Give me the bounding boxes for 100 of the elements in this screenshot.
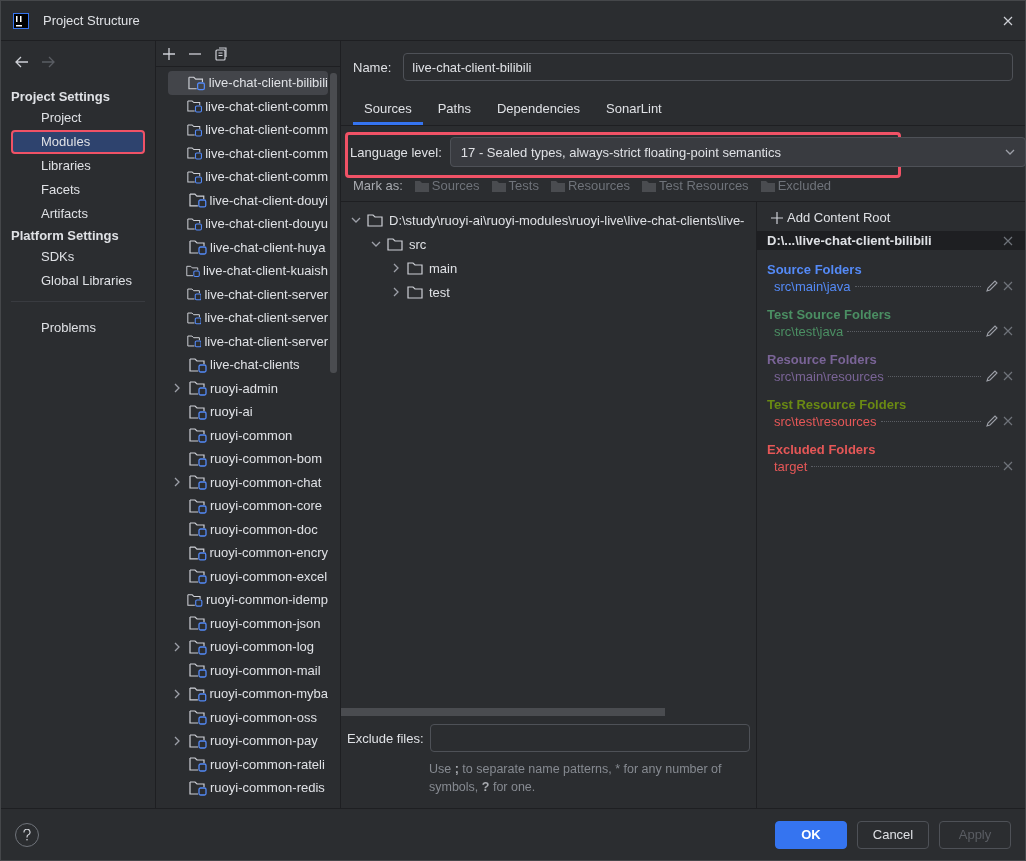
sidebar-item[interactable]: Global Libraries: [11, 269, 145, 293]
edit-icon[interactable]: [985, 279, 999, 293]
tree-item[interactable]: test: [429, 284, 450, 300]
folder-icon: [642, 179, 657, 192]
folder-group-title: Test Resource Folders: [766, 397, 908, 412]
module-item[interactable]: live-chat-client-douyu: [168, 212, 328, 236]
chevron-right-icon[interactable]: [172, 735, 182, 746]
module-item[interactable]: live-chat-clients: [168, 353, 328, 377]
module-folder-icon: [186, 98, 203, 115]
module-folder-icon: [189, 239, 207, 256]
module-item[interactable]: ruoyi-common-mail: [168, 658, 328, 682]
folder-icon: [387, 237, 403, 251]
module-item[interactable]: ruoyi-common-redis: [168, 776, 328, 800]
field-label: Name:: [353, 59, 392, 75]
name-field[interactable]: live-chat-client-bilibili: [403, 53, 1013, 81]
module-item[interactable]: ruoyi-common-chat: [168, 470, 328, 494]
edit-icon[interactable]: [985, 369, 999, 383]
module-item[interactable]: ruoyi-common-pay: [168, 729, 328, 753]
ok-button[interactable]: OK: [775, 820, 847, 849]
sidebar-item[interactable]: Problems: [11, 316, 145, 340]
module-item[interactable]: live-chat-client-comm: [168, 94, 328, 118]
edit-icon[interactable]: [985, 414, 999, 428]
module-item[interactable]: ruoyi-common-oss: [168, 705, 328, 729]
chevron-down-icon[interactable]: [371, 239, 381, 249]
module-folder-icon: [186, 309, 202, 326]
language-level-dropdown[interactable]: 17 - Sealed types, always-strict floating-point semantics: [449, 137, 1026, 167]
module-item[interactable]: ruoyi-common-bom: [168, 447, 328, 471]
chevron-right-icon[interactable]: [391, 287, 401, 297]
copy-icon[interactable]: [214, 46, 228, 61]
module-item[interactable]: ruoyi-common-idemp: [168, 588, 328, 612]
module-item[interactable]: ruoyi-common-rateli: [168, 752, 328, 776]
module-item[interactable]: live-chat-client-huya: [168, 235, 328, 259]
folder-icon: [491, 179, 506, 192]
module-item[interactable]: ruoyi-common-doc: [168, 517, 328, 541]
back-arrow-icon[interactable]: [15, 56, 29, 68]
add-content-root-button[interactable]: Add Content Root: [757, 206, 1025, 229]
module-item[interactable]: live-chat-client-comm: [168, 118, 328, 142]
sidebar-item[interactable]: Modules: [11, 130, 145, 154]
tree-item[interactable]: main: [429, 260, 458, 276]
module-item[interactable]: ruoyi-common-log: [168, 635, 328, 659]
scrollbar[interactable]: [341, 708, 665, 716]
sidebar-item[interactable]: Libraries: [11, 154, 145, 178]
chevron-right-icon[interactable]: [172, 383, 182, 394]
scrollbar[interactable]: [330, 73, 337, 373]
module-item[interactable]: live-chat-client-server: [168, 282, 328, 306]
module-folder-icon: [186, 145, 203, 162]
module-item[interactable]: ruoyi-common-encry: [168, 541, 328, 565]
tab[interactable]: Dependencies: [485, 95, 592, 125]
chevron-right-icon[interactable]: [172, 688, 182, 699]
tree-item[interactable]: src: [409, 236, 427, 252]
module-item[interactable]: ruoyi-common-myba: [168, 682, 328, 706]
edit-icon[interactable]: [985, 324, 999, 338]
tab[interactable]: SonarLint: [595, 95, 673, 125]
module-item[interactable]: ruoyi-common: [168, 423, 328, 447]
help-icon: [23, 828, 31, 841]
module-folder-icon: [188, 685, 207, 702]
module-item[interactable]: live-chat-client-comm: [168, 165, 328, 189]
window-title: Project Structure: [43, 13, 141, 28]
module-item[interactable]: live-chat-client-bilibili: [168, 71, 328, 95]
sidebar-item[interactable]: Project: [11, 106, 145, 130]
module-folder-icon: [189, 732, 207, 749]
sidebar-item[interactable]: SDKs: [11, 245, 145, 269]
add-icon[interactable]: [162, 46, 176, 61]
module-folder-icon: [189, 568, 207, 585]
chevron-down-icon[interactable]: [351, 215, 361, 225]
sidebar-item[interactable]: Artifacts: [11, 202, 145, 226]
folder-path[interactable]: src\test\resources: [774, 413, 877, 429]
folder-path[interactable]: target: [774, 458, 808, 474]
module-item[interactable]: live-chat-client-server: [168, 329, 328, 353]
module-item[interactable]: ruoyi-common-json: [168, 611, 328, 635]
section-title: Project Settings: [11, 88, 111, 106]
module-item[interactable]: ruoyi-common-core: [168, 494, 328, 518]
module-item[interactable]: ruoyi-admin: [168, 376, 328, 400]
module-folder-icon: [189, 497, 207, 514]
module-item[interactable]: live-chat-client-comm: [168, 141, 328, 165]
exclude-files-field[interactable]: [429, 724, 750, 752]
folder-path[interactable]: src\main\java: [774, 278, 851, 294]
module-folder-icon: [189, 521, 207, 538]
module-item[interactable]: live-chat-client-kuaish: [168, 259, 328, 283]
module-folder-icon: [189, 779, 207, 796]
tree-item[interactable]: D:\study\ruoyi-ai\ruoyi-modules\ruoyi-live\live-chat-clients\live-: [389, 212, 745, 228]
module-folder-icon: [189, 380, 207, 397]
module-item[interactable]: ruoyi-common-excel: [168, 564, 328, 588]
dialog-button[interactable]: Cancel: [857, 820, 929, 849]
chevron-right-icon[interactable]: [172, 641, 182, 652]
module-folder-icon: [189, 638, 207, 655]
field-label: Exclude files:: [347, 730, 424, 746]
folder-icon: [367, 213, 383, 227]
chevron-down-icon[interactable]: [1005, 147, 1015, 157]
tab[interactable]: Paths: [426, 95, 482, 125]
module-item[interactable]: live-chat-client-server: [168, 306, 328, 330]
chevron-right-icon[interactable]: [391, 263, 401, 273]
module-folder-icon: [186, 168, 203, 185]
module-item[interactable]: ruoyi-ai: [168, 400, 328, 424]
folder-path[interactable]: src\test\java: [774, 323, 844, 339]
sidebar-item[interactable]: Facets: [11, 178, 145, 202]
tab[interactable]: Sources: [353, 95, 423, 125]
module-item[interactable]: live-chat-client-douyi: [168, 188, 328, 212]
chevron-right-icon[interactable]: [172, 477, 182, 488]
folder-group-title: Test Source Folders: [766, 307, 892, 322]
